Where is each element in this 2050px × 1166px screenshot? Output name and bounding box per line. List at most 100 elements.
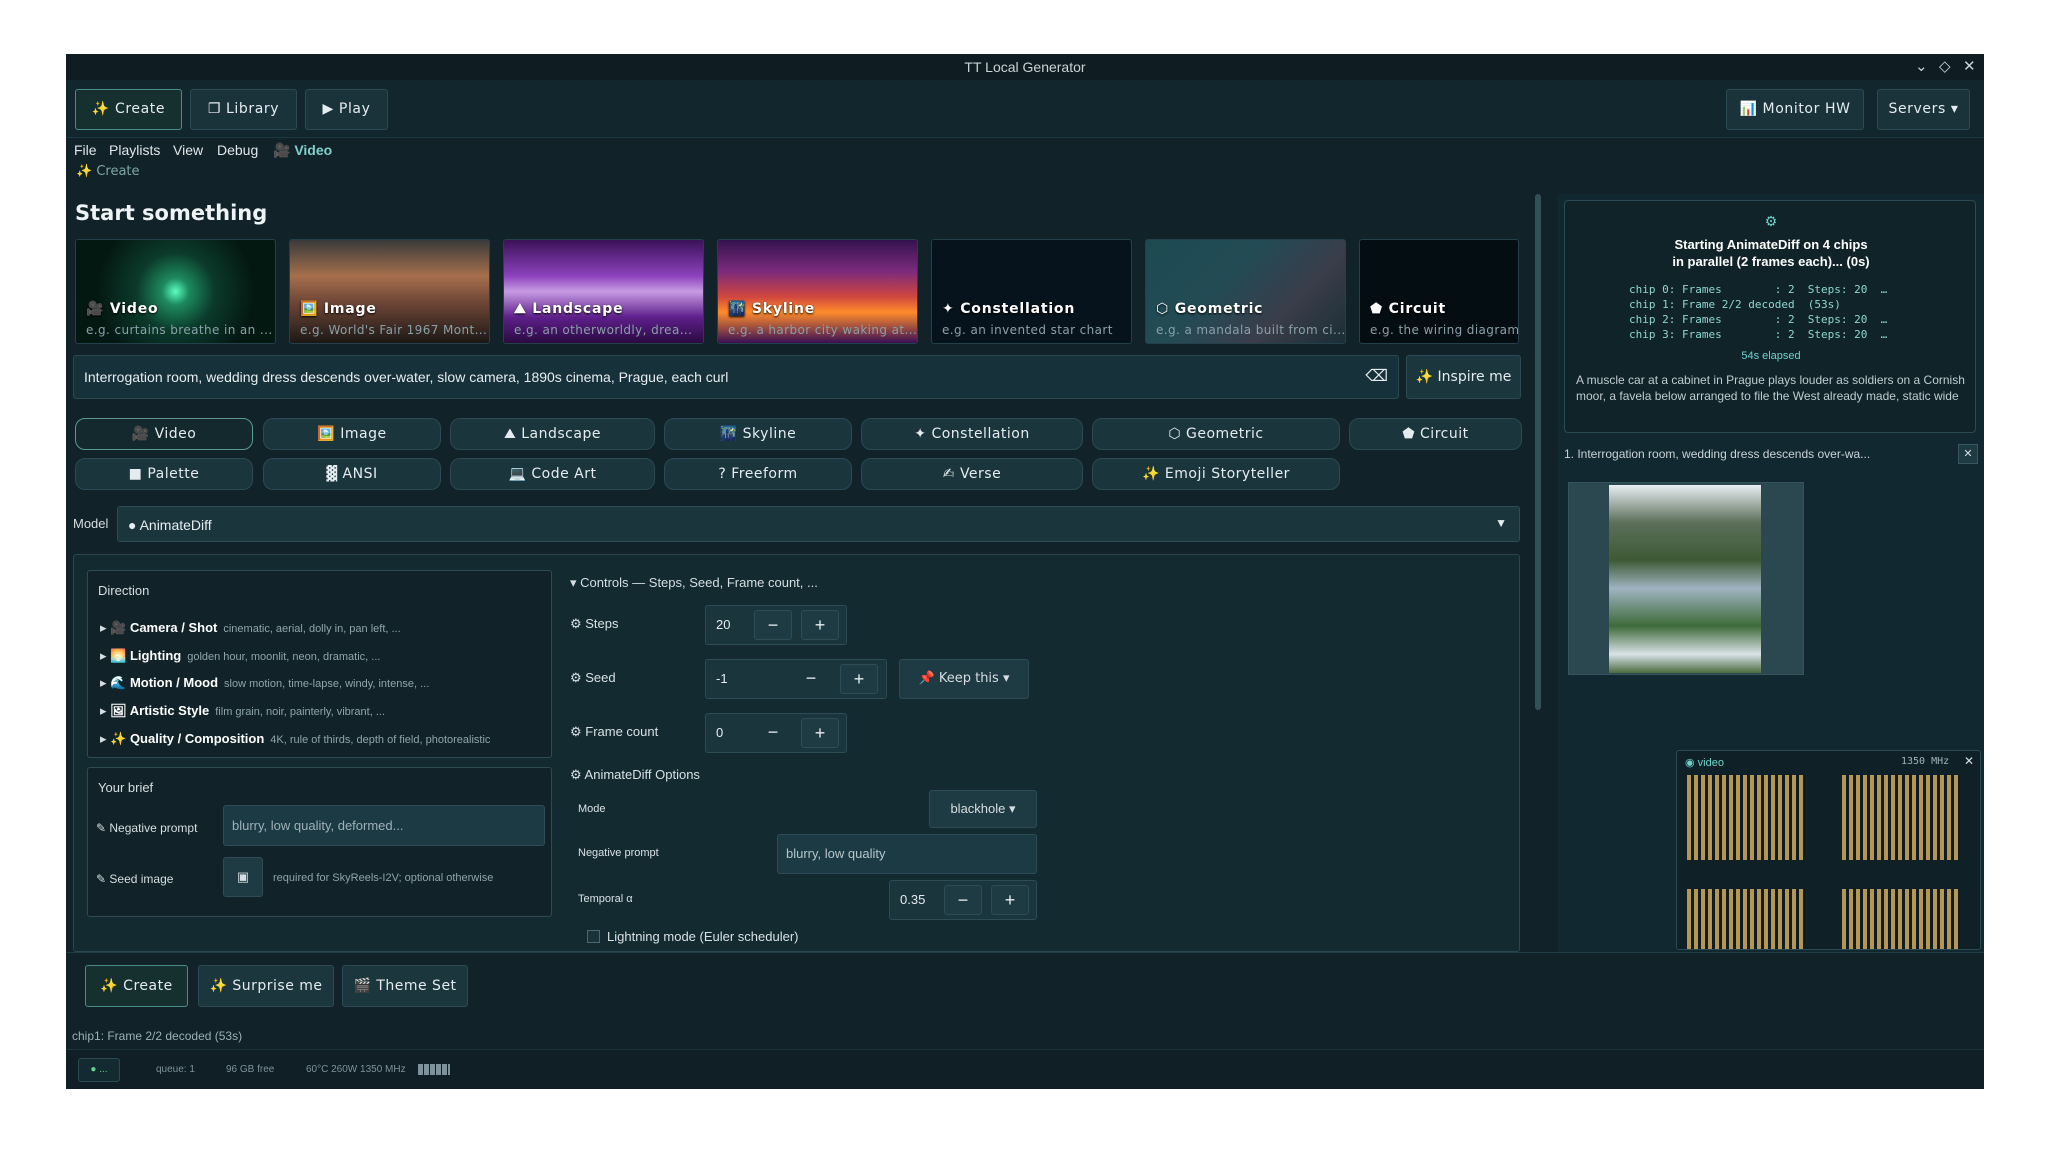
image-upload-icon[interactable]: ▣	[223, 857, 263, 897]
chip-log-line: chip 0: Frames : 2 Steps: 20 …	[1629, 283, 1888, 296]
remove-queue-item-icon[interactable]: ✕	[1958, 444, 1978, 464]
chip-image[interactable]: 🖼️ Image	[263, 418, 441, 450]
dir-name: 🎥 Camera / Shot	[110, 620, 218, 635]
card-label: 🌃 Skyline	[728, 301, 816, 317]
seed-increment-button[interactable]: +	[840, 664, 878, 694]
chip-circuit[interactable]: ⬟ Circuit	[1349, 418, 1522, 450]
negative-prompt-input[interactable]: blurry, low quality, deformed...	[223, 805, 545, 846]
seed-stepper: -1 − +	[705, 659, 887, 699]
card-hint: e.g. curtains breathe in an ...	[86, 323, 273, 337]
library-tab-button[interactable]: ❐ Library	[190, 89, 297, 130]
direction-quality[interactable]: ▸ ✨ Quality / Composition 4K, rule of thi…	[100, 731, 490, 747]
mode-select[interactable]: blackhole ▾	[929, 790, 1037, 828]
chip-emoji-storyteller[interactable]: ✨ Emoji Storyteller	[1092, 458, 1340, 490]
mode-label: Mode	[578, 803, 606, 815]
result-thumbnail[interactable]	[1568, 482, 1804, 675]
card-video[interactable]: 🎥 Video e.g. curtains breathe in an ...	[75, 239, 276, 344]
card-geometric[interactable]: ⬡ Geometric e.g. a mandala built from ci…	[1145, 239, 1346, 344]
maximize-icon[interactable]: ◇	[1939, 54, 1951, 80]
chip-palette[interactable]: ■ Palette	[75, 458, 253, 490]
servers-dropdown[interactable]: Servers ▾	[1877, 89, 1970, 130]
model-select[interactable]: ● AnimateDiff ▼	[117, 506, 1520, 542]
job-title-line1: Starting AnimateDiff on 4 chips	[1674, 237, 1868, 252]
negative-prompt-label: ✎ Negative prompt	[96, 821, 198, 835]
card-label: ✦ Constellation	[942, 301, 1076, 317]
action-bar: ✨ Create ✨ Surprise me 🎬 Theme Set	[66, 952, 1984, 1024]
create-tab-button[interactable]: ✨ Create	[75, 89, 182, 130]
menu-debug[interactable]: Debug	[217, 142, 258, 158]
steps-increment-button[interactable]: +	[801, 610, 839, 640]
chip-log-line: chip 3: Frames : 2 Steps: 20 …	[1629, 328, 1888, 341]
app-window: TT Local Generator ⌄ ◇ ✕ ✨ Create ❐ Libr…	[66, 54, 1984, 1089]
brief-title: Your brief	[98, 780, 154, 795]
temporal-alpha-stepper: 0.35 − +	[889, 880, 1037, 920]
breadcrumb: ✨ Create	[76, 164, 140, 179]
main-scrollbar[interactable]	[1535, 194, 1541, 710]
chip-video[interactable]: 🎥 Video	[75, 418, 253, 450]
card-landscape[interactable]: ⛰ Landscape e.g. an otherworldly, drea..…	[503, 239, 704, 344]
monitor-frequency: 1350 MHz	[1901, 756, 1950, 767]
monitor-hw-button[interactable]: 📊 Monitor HW	[1726, 89, 1864, 130]
menu-view[interactable]: View	[173, 142, 203, 158]
frame-count-label: ⚙ Frame count	[570, 724, 659, 739]
chip-core-grid	[1842, 889, 1960, 949]
menu-video[interactable]: 🎥 Video	[273, 142, 332, 159]
chip-geometric[interactable]: ⬡ Geometric	[1092, 418, 1340, 450]
prompt-input[interactable]: Interrogation room, wedding dress descen…	[73, 355, 1399, 399]
direction-lighting[interactable]: ▸ 🌅 Lighting golden hour, moonlit, neon, …	[100, 648, 380, 664]
queue-item-title[interactable]: 1. Interrogation room, wedding dress des…	[1564, 447, 1870, 461]
lightning-mode-label: Lightning mode (Euler scheduler)	[607, 929, 799, 944]
connection-indicator[interactable]: ● ...	[78, 1058, 120, 1082]
frames-decrement-button[interactable]: −	[754, 718, 792, 748]
frames-increment-button[interactable]: +	[801, 718, 839, 748]
card-circuit[interactable]: ⬟ Circuit e.g. the wiring diagram	[1359, 239, 1519, 344]
chip-core-grid	[1842, 775, 1960, 860]
animatediff-options-header[interactable]: ⚙ AnimateDiff Options	[570, 767, 700, 783]
menu-bar: File Playlists View Debug 🎥 Video	[66, 138, 1984, 162]
chip-code-art[interactable]: 💻 Code Art	[450, 458, 655, 490]
status-message: chip1: Frame 2/2 decoded (53s)	[72, 1029, 243, 1043]
card-label: 🖼️ Image	[300, 301, 377, 317]
seed-decrement-button[interactable]: −	[792, 664, 830, 694]
chip-skyline[interactable]: 🌃 Skyline	[664, 418, 852, 450]
play-tab-button[interactable]: ▶ Play	[305, 89, 388, 130]
chip-constellation[interactable]: ✦ Constellation	[861, 418, 1083, 450]
direction-camera[interactable]: ▸ 🎥 Camera / Shot cinematic, aerial, doll…	[100, 620, 401, 636]
card-skyline[interactable]: 🌃 Skyline e.g. a harbor city waking at..…	[717, 239, 918, 344]
dir-hint: film grain, noir, painterly, vibrant, ..…	[215, 706, 386, 718]
ad-negative-prompt-input[interactable]: blurry, low quality	[777, 834, 1037, 874]
menu-file[interactable]: File	[74, 142, 97, 158]
chip-freeform[interactable]: ? Freeform	[664, 458, 852, 490]
chip-ansi[interactable]: ▓ ANSI	[263, 458, 441, 490]
steps-decrement-button[interactable]: −	[754, 610, 792, 640]
theme-set-button[interactable]: 🎬 Theme Set	[342, 965, 468, 1007]
controls-header[interactable]: ▾ Controls — Steps, Seed, Frame count, .…	[570, 575, 818, 591]
card-image[interactable]: 🖼️ Image e.g. World's Fair 1967 Mont...	[289, 239, 490, 344]
card-label: 🎥 Video	[86, 301, 159, 317]
direction-style[interactable]: ▸ 🖼 Artistic Style film grain, noir, pain…	[100, 703, 385, 719]
elapsed-time: 54s elapsed	[1741, 350, 1801, 362]
card-label: ⬡ Geometric	[1156, 301, 1264, 317]
create-button[interactable]: ✨ Create	[85, 965, 188, 1007]
lightning-checkbox[interactable]	[587, 930, 600, 943]
result-image	[1609, 485, 1761, 673]
chip-verse[interactable]: ✍ Verse	[861, 458, 1083, 490]
keep-this-dropdown[interactable]: 📌 Keep this ▾	[899, 659, 1029, 699]
minimize-icon[interactable]: ⌄	[1915, 54, 1928, 80]
settings-panel: Direction ▸ 🎥 Camera / Shot cinematic, ae…	[73, 554, 1520, 952]
close-icon[interactable]: ✕	[1963, 54, 1976, 80]
surprise-me-button[interactable]: ✨ Surprise me	[198, 965, 334, 1007]
temporal-increment-button[interactable]: +	[991, 885, 1029, 915]
card-hint: e.g. World's Fair 1967 Mont...	[300, 323, 488, 337]
close-monitor-icon[interactable]: ✕	[1964, 754, 1974, 768]
chip-landscape[interactable]: ⛰ Landscape	[450, 418, 655, 450]
page-title: Start something	[75, 201, 268, 225]
job-progress-card: ⚙ Starting AnimateDiff on 4 chips in par…	[1564, 200, 1976, 433]
inspire-me-button[interactable]: ✨ Inspire me	[1406, 355, 1521, 399]
card-constellation[interactable]: ✦ Constellation e.g. an invented star ch…	[931, 239, 1132, 344]
menu-playlists[interactable]: Playlists	[109, 142, 160, 158]
direction-motion[interactable]: ▸ 🌊 Motion / Mood slow motion, time-lapse…	[100, 675, 429, 691]
clear-prompt-icon[interactable]: ⌫	[1365, 356, 1388, 398]
temporal-decrement-button[interactable]: −	[944, 885, 982, 915]
seed-value: -1	[716, 671, 728, 686]
